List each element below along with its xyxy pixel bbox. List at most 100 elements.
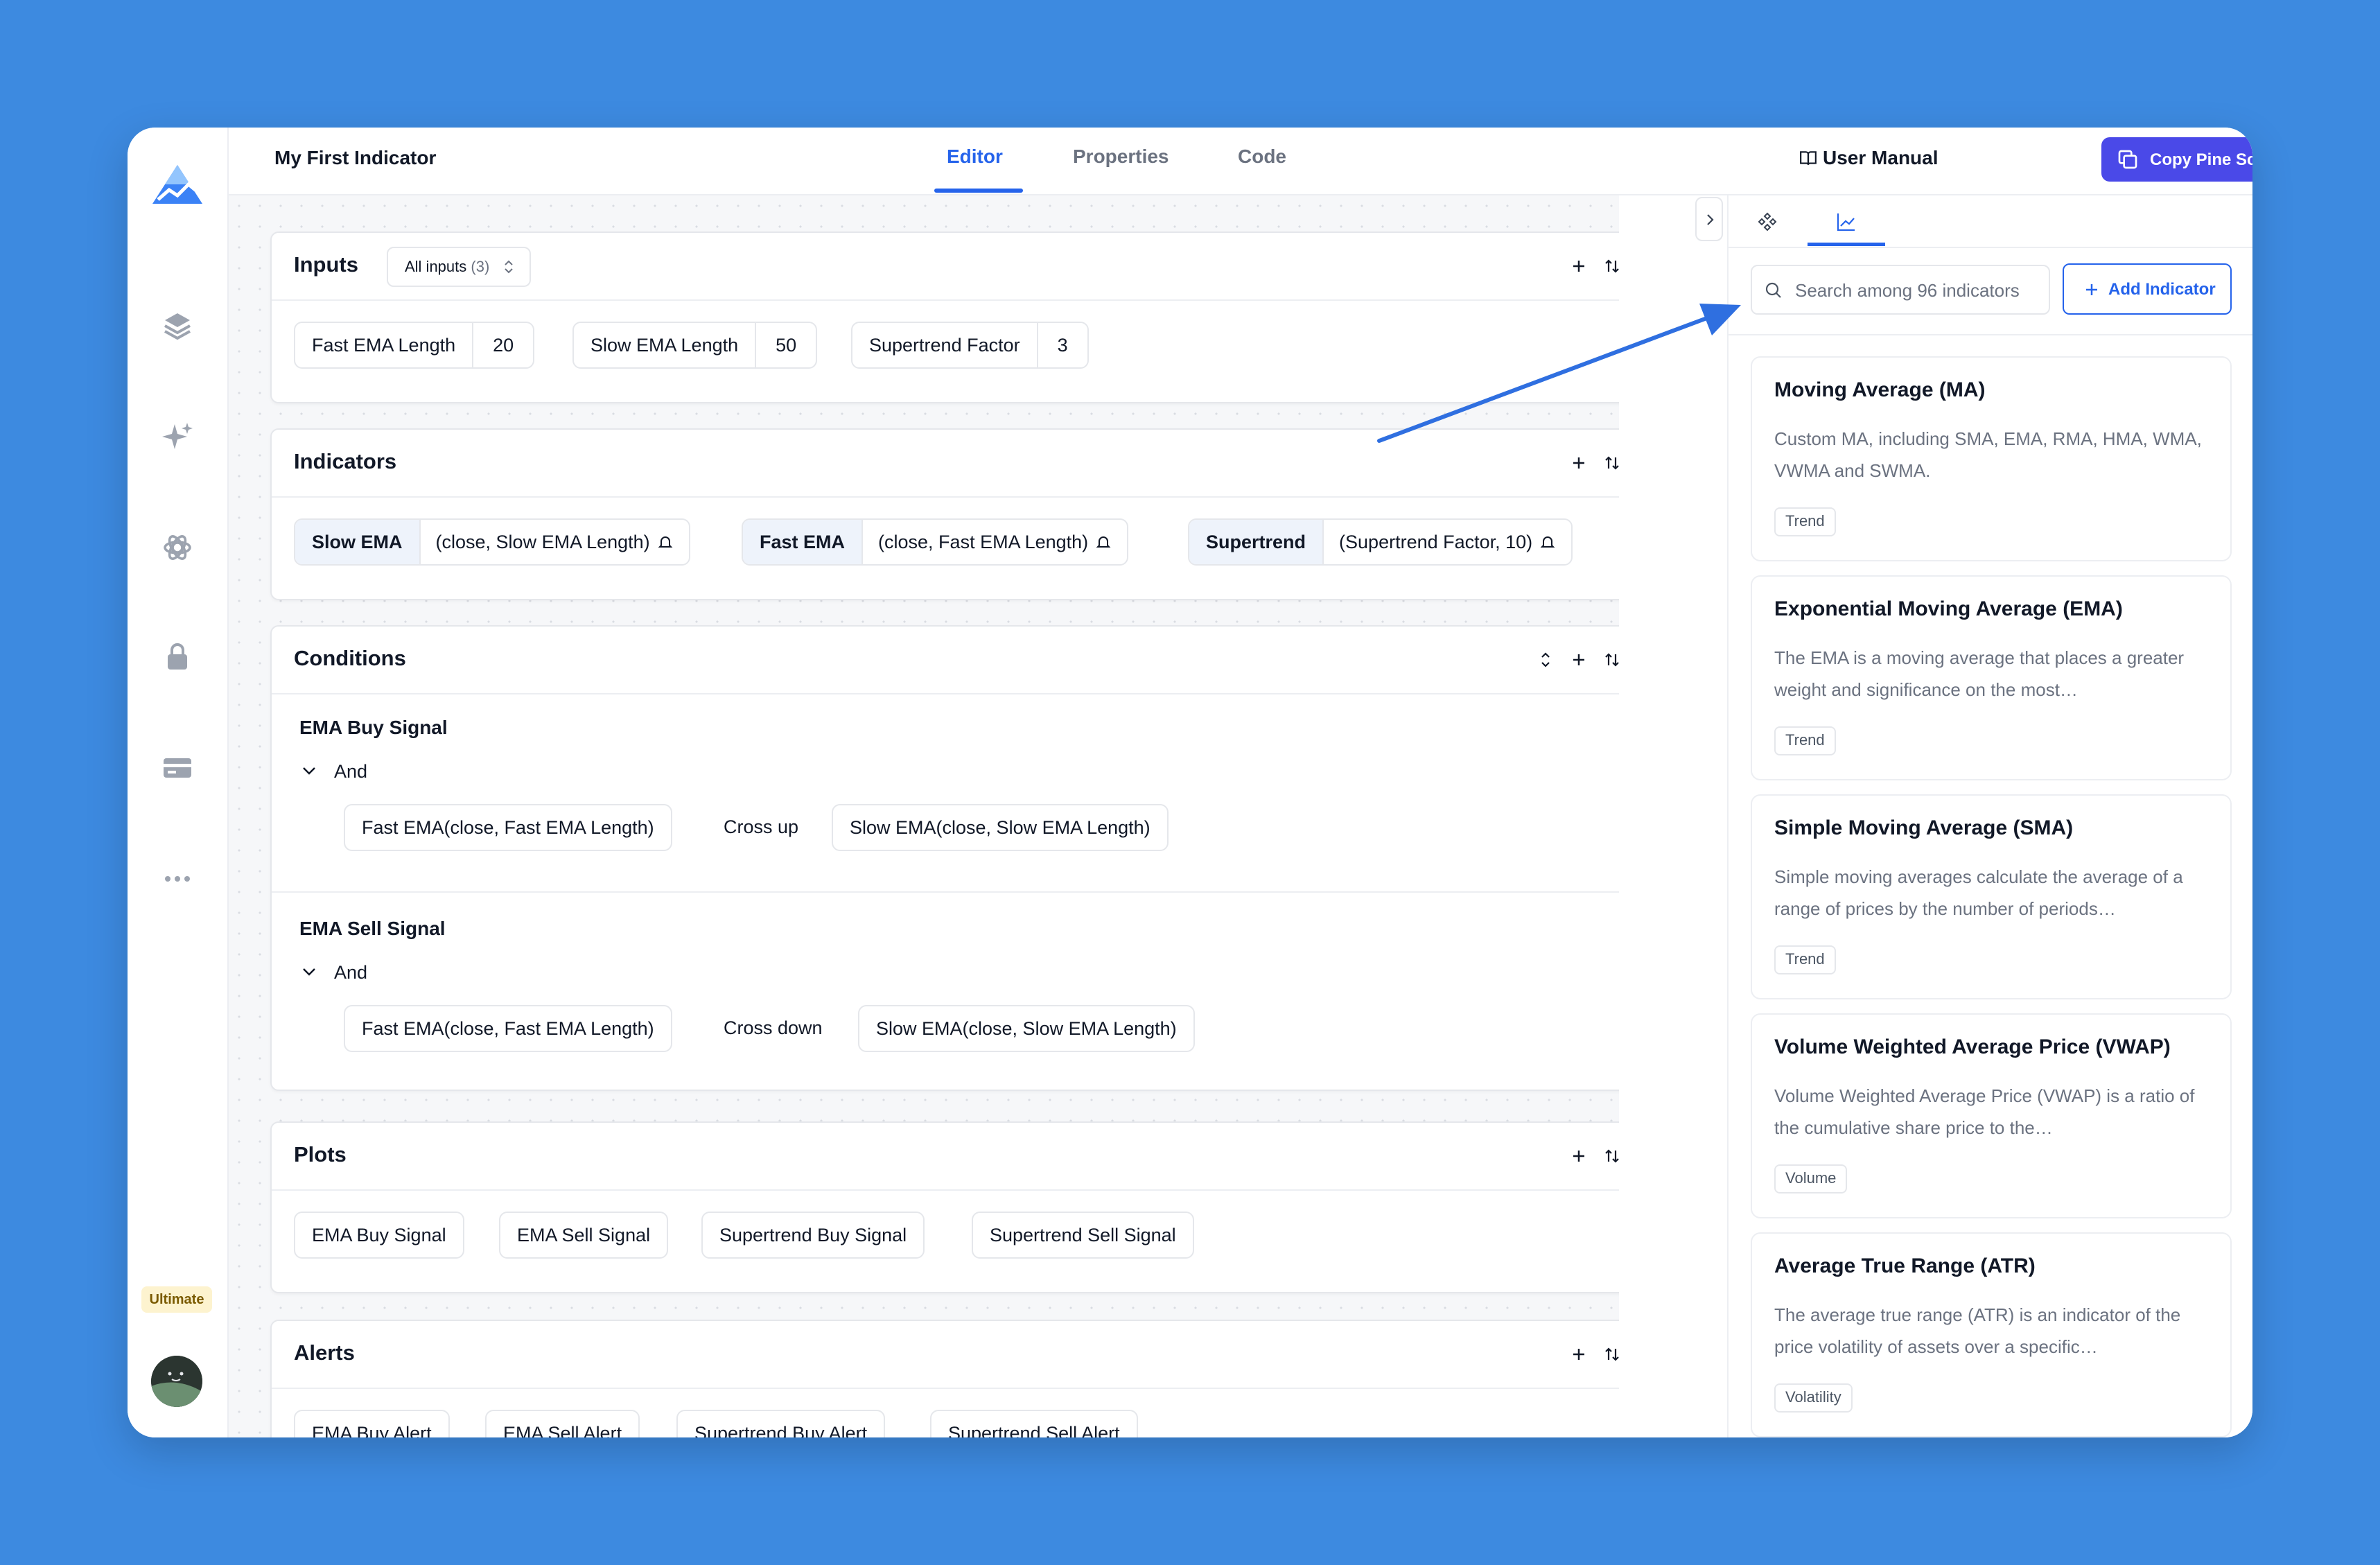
sort-icon[interactable] [1600,1342,1619,1367]
indicators-card: Indicators Slow EMA (close, Slow EMA Leng… [270,428,1619,600]
add-icon[interactable] [1566,451,1591,475]
indicator-card-description: Custom MA, including SMA, EMA, RMA, HMA,… [1774,428,2202,481]
document-title[interactable]: My First Indicator [274,147,436,169]
indicator-chip[interactable]: Fast EMA (close, Fast EMA Length) [742,518,1129,566]
indicator-args-wrap: (close, Slow EMA Length) [419,520,689,564]
sort-icon[interactable] [1600,647,1619,672]
sparkles-icon[interactable] [161,420,194,453]
conditions-title: Conditions [294,646,406,670]
credit-card-icon[interactable] [161,751,194,785]
input-value: 3 [1036,323,1087,367]
condition-logic[interactable]: And [299,962,367,983]
expand-collapse-icon[interactable] [1533,647,1558,672]
copy-button-label: Copy Pine Script [2150,150,2252,169]
plot-chip[interactable]: Supertrend Sell Signal [972,1212,1194,1259]
filter-label: All inputs [405,258,467,275]
indicators-card-header: Indicators [272,430,1619,498]
indicator-card-description: Volume Weighted Average Price (VWAP) is … [1774,1085,2195,1138]
book-icon [1800,151,1817,165]
indicator-category-tag: Trend [1774,726,1836,755]
condition-operator[interactable]: Cross down [724,1017,823,1039]
plot-chip[interactable]: Supertrend Buy Signal [701,1212,925,1259]
indicator-category-tag: Volume [1774,1164,1848,1194]
indicator-card[interactable]: Volume Weighted Average Price (VWAP) Vol… [1751,1013,2232,1218]
logic-label: And [334,962,368,983]
inputs-filter-select[interactable]: All inputs (3) [387,247,532,287]
sort-icon[interactable] [1600,254,1619,279]
alerts-title: Alerts [294,1340,355,1365]
add-icon[interactable] [1566,647,1591,672]
indicator-card-description: The EMA is a moving average that places … [1774,647,2185,700]
plan-badge: Ultimate [141,1286,212,1313]
layers-icon[interactable] [161,309,194,342]
input-chip[interactable]: Fast EMA Length 20 [294,322,535,369]
condition-left-operand[interactable]: Fast EMA(close, Fast EMA Length) [344,804,672,851]
tab-editor[interactable]: Editor [947,146,1003,168]
add-indicator-button[interactable]: Add Indicator [2063,263,2232,315]
plot-chip[interactable]: EMA Sell Signal [499,1212,669,1259]
plots-title: Plots [294,1142,347,1166]
tab-code[interactable]: Code [1238,146,1286,168]
copy-pine-script-button[interactable]: Copy Pine Script [2101,137,2252,182]
user-manual-label: User Manual [1823,147,1939,168]
alerts-card: Alerts EMA Buy Alert EMA Sell Alert Supe… [270,1320,1619,1437]
openai-icon[interactable] [161,531,194,564]
input-name: Fast EMA Length [312,335,456,356]
logic-label: And [334,761,368,782]
alert-chip[interactable]: Supertrend Buy Alert [676,1410,886,1437]
collapse-panel-button[interactable] [1695,197,1723,241]
sort-icon[interactable] [1600,1144,1619,1169]
left-sidebar: Ultimate [128,128,229,1437]
bell-icon[interactable] [657,534,674,550]
indicator-card[interactable]: Moving Average (MA) Custom MA, including… [1751,356,2232,561]
panel-divider [1729,334,2252,335]
condition-operator[interactable]: Cross up [724,816,798,838]
input-name: Slow EMA Length [590,335,739,356]
bell-icon[interactable] [1539,534,1556,550]
indicator-card-title: Simple Moving Average (SMA) [1774,816,2074,839]
search-input[interactable] [1794,274,2039,306]
condition-left-operand[interactable]: Fast EMA(close, Fast EMA Length) [344,1005,672,1052]
condition-logic[interactable]: And [299,761,367,782]
components-icon[interactable] [1753,208,1781,236]
search-icon [1765,282,1781,298]
alert-chip[interactable]: Supertrend Sell Alert [930,1410,1138,1437]
indicator-args: (close, Fast EMA Length) [878,532,1089,552]
condition-right-operand[interactable]: Slow EMA(close, Slow EMA Length) [832,804,1169,851]
condition-title: EMA Sell Signal [299,918,446,939]
indicator-name: Supertrend [1189,520,1323,564]
indicator-card[interactable]: Average True Range (ATR) The average tru… [1751,1232,2232,1437]
input-chip[interactable]: Slow EMA Length 50 [572,322,818,369]
copy-icon [2118,150,2137,169]
add-icon[interactable] [1566,254,1591,279]
alert-chip[interactable]: EMA Buy Alert [294,1410,450,1437]
chevron-down-icon [303,968,315,976]
indicator-card[interactable]: Simple Moving Average (SMA) Simple movin… [1751,794,2232,999]
condition-right-operand[interactable]: Slow EMA(close, Slow EMA Length) [858,1005,1195,1052]
tab-properties[interactable]: Properties [1073,146,1169,168]
more-horizontal-icon[interactable] [161,862,194,895]
conditions-card-header: Conditions [272,627,1619,694]
indicator-args-wrap: (close, Fast EMA Length) [861,520,1127,564]
bell-icon[interactable] [1095,534,1112,550]
alerts-card-header: Alerts [272,1321,1619,1389]
indicator-card[interactable]: Exponential Moving Average (EMA) The EMA… [1751,575,2232,780]
indicator-chip[interactable]: Supertrend (Supertrend Factor, 10) [1188,518,1573,566]
inputs-title: Inputs [294,252,358,277]
user-manual-link[interactable]: User Manual [1799,147,1939,169]
avatar[interactable] [151,1356,202,1407]
line-chart-icon[interactable] [1832,208,1860,236]
input-chip[interactable]: Supertrend Factor 3 [851,322,1089,369]
lock-icon[interactable] [161,640,194,674]
indicator-chip[interactable]: Slow EMA (close, Slow EMA Length) [294,518,690,566]
sort-icon[interactable] [1600,451,1619,475]
indicator-search[interactable] [1751,265,2050,315]
condition-divider [272,891,1619,893]
add-icon[interactable] [1566,1342,1591,1367]
panel-tabs [1729,195,2252,248]
indicator-card-description: Simple moving averages calculate the ave… [1774,866,2183,919]
add-icon[interactable] [1566,1144,1591,1169]
logo-icon[interactable] [151,164,204,207]
plot-chip[interactable]: EMA Buy Signal [294,1212,464,1259]
alert-chip[interactable]: EMA Sell Alert [485,1410,640,1437]
